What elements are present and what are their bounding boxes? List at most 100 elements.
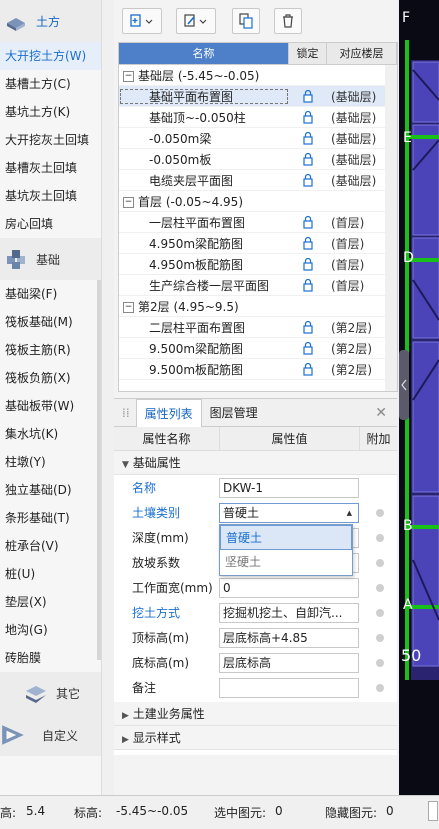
collapse-toggle-icon[interactable]: − (123, 70, 134, 82)
delete-drawing-button[interactable] (274, 8, 302, 34)
sidebar-item[interactable]: 条形基础(T) (0, 504, 101, 532)
group-display-style[interactable]: ▶ 显示样式 (114, 726, 397, 750)
sidebar-scrollbar[interactable] (97, 280, 101, 660)
tree-row[interactable]: 基础顶~-0.050柱 (基础层) (119, 107, 397, 128)
collapse-toggle-icon[interactable]: − (123, 196, 134, 208)
group-label: 土建业务属性 (132, 707, 205, 721)
category-earthwork[interactable]: 土方 (0, 0, 101, 42)
tree-row[interactable]: 生产综合楼一层平面图 (首层) (119, 275, 397, 296)
extra-checkbox[interactable] (376, 508, 384, 517)
sidebar-item[interactable]: 基础板带(W) (0, 392, 101, 420)
sidebar-item[interactable]: 基础梁(F) (0, 280, 101, 308)
column-header-lock[interactable]: 锁定 (289, 43, 327, 64)
tree-scrollbar[interactable] (385, 65, 397, 391)
tree-row[interactable]: 二层柱平面布置图 (第2层) (119, 317, 397, 338)
sidebar-item[interactable]: 基坑灰土回填 (0, 182, 101, 210)
sidebar-item[interactable]: 地沟(G) (0, 616, 101, 644)
property-value-field[interactable]: 0 (219, 577, 359, 598)
extra-cell (363, 608, 397, 617)
tree-group-row[interactable]: − 第2层 (4.95~9.5) (119, 296, 397, 317)
lock-icon[interactable] (289, 341, 327, 355)
lock-icon[interactable] (289, 236, 327, 250)
sidebar-item[interactable]: 集水坑(K) (0, 420, 101, 448)
property-value-field[interactable]: 挖掘机挖土、自卸汽... (219, 602, 359, 623)
drawing-canvas[interactable]: F E D B A 50 (399, 0, 439, 795)
tree-group-row[interactable]: − 首层 (-0.05~4.95) (119, 191, 397, 212)
column-header-floor[interactable]: 对应楼层 (327, 43, 397, 64)
sidebar-item[interactable]: 桩承台(V) (0, 532, 101, 560)
close-icon[interactable]: ✕ (375, 405, 387, 421)
sidebar-item[interactable]: 筏板基础(M) (0, 308, 101, 336)
property-row: 顶标高(m) 层底标高+4.85 (114, 625, 397, 650)
tree-row[interactable]: 一层柱平面布置图 (首层) (119, 212, 397, 233)
property-name: 备注 (132, 681, 157, 695)
property-value-field[interactable] (219, 677, 359, 698)
tree-row[interactable]: 4.950m板配筋图 (首层) (119, 254, 397, 275)
tab-property-list[interactable]: 属性列表 (135, 398, 202, 427)
expand-icon: ▶ (122, 711, 129, 721)
sidebar-item[interactable]: 柱墩(Y) (0, 448, 101, 476)
lock-icon[interactable] (289, 131, 327, 145)
dropdown-option[interactable]: 普硬土 (220, 525, 352, 550)
sidebar-item[interactable]: 基坑土方(K) (0, 98, 101, 126)
sidebar-item[interactable]: 筏板主筋(R) (0, 336, 101, 364)
column-header-name[interactable]: 名称 (119, 43, 289, 64)
extra-checkbox[interactable] (376, 558, 384, 567)
dropdown-option[interactable]: 坚硬土 (220, 550, 352, 575)
sidebar-item[interactable]: 独立基础(D) (0, 476, 101, 504)
sidebar-item[interactable]: 基槽灰土回填 (0, 154, 101, 182)
lock-icon[interactable] (289, 320, 327, 334)
property-value-field[interactable]: 层底标高 (219, 652, 359, 673)
drag-handle-icon[interactable]: ⁞⁞ (114, 406, 136, 420)
soil-type-select[interactable]: 普硬土 ▲ (219, 502, 359, 523)
property-row: 挖土方式 挖掘机挖土、自卸汽... (114, 600, 397, 625)
lock-icon[interactable] (289, 173, 327, 187)
add-drawing-button[interactable] (122, 8, 162, 34)
tree-row[interactable]: 9.500m梁配筋图 (第2层) (119, 338, 397, 359)
tree-row[interactable]: 基础平面布置图 (基础层) (119, 86, 397, 107)
tree-row[interactable]: -0.050m板 (基础层) (119, 149, 397, 170)
soil-type-dropdown-list: 普硬土 坚硬土 (219, 524, 353, 576)
category-other[interactable]: 其它 (0, 672, 101, 714)
extra-checkbox[interactable] (376, 658, 384, 667)
sidebar-item[interactable]: 房心回填 (0, 210, 101, 238)
extra-checkbox[interactable] (376, 683, 384, 692)
sidebar-item[interactable]: 大开挖土方(W) (0, 42, 101, 70)
lock-icon[interactable] (289, 362, 327, 376)
extra-checkbox[interactable] (376, 608, 384, 617)
sidebar-item[interactable]: 垫层(X) (0, 588, 101, 616)
sidebar-item[interactable]: 砖胎膜 (0, 644, 101, 672)
collapse-toggle-icon[interactable]: − (123, 301, 134, 313)
extra-checkbox[interactable] (376, 633, 384, 642)
edit-drawing-button[interactable] (176, 8, 216, 34)
lock-icon[interactable] (289, 89, 327, 103)
tree-row[interactable]: 4.950m梁配筋图 (首层) (119, 233, 397, 254)
property-value-field[interactable]: DKW-1 (219, 477, 359, 498)
lock-icon[interactable] (289, 215, 327, 229)
lock-icon[interactable] (289, 110, 327, 124)
sidebar-item[interactable]: 基槽土方(C) (0, 70, 101, 98)
extra-checkbox[interactable] (376, 533, 384, 542)
tree-row[interactable]: 9.500m板配筋图 (第2层) (119, 359, 397, 380)
tree-row[interactable]: -0.050m梁 (基础层) (119, 128, 397, 149)
group-basic-properties[interactable]: ▼ 基础属性 (114, 451, 397, 475)
tab-layer-manager[interactable]: 图层管理 (202, 399, 266, 427)
tree-cell-name: 4.950m梁配筋图 (119, 235, 289, 252)
property-value-field[interactable]: 层底标高+4.85 (219, 627, 359, 648)
copy-drawing-button[interactable] (232, 8, 260, 34)
property-name: 土壤类别 (132, 506, 181, 520)
category-foundation[interactable]: 基础 (0, 238, 101, 280)
tree-group-row[interactable]: − 基础层 (-5.45~-0.05) (119, 65, 397, 86)
status-toggle[interactable] (428, 801, 438, 821)
tree-row[interactable]: 电缆夹层平面图 (基础层) (119, 170, 397, 191)
lock-icon[interactable] (289, 152, 327, 166)
lock-icon[interactable] (289, 278, 327, 292)
sidebar-item[interactable]: 筏板负筋(X) (0, 364, 101, 392)
lock-icon[interactable] (289, 257, 327, 271)
group-business-properties[interactable]: ▶ 土建业务属性 (114, 702, 397, 726)
sidebar-item[interactable]: 大开挖灰土回填 (0, 126, 101, 154)
dropdown-arrow-icon[interactable]: ▲ (347, 504, 352, 522)
category-custom[interactable]: 自定义 (0, 714, 101, 756)
sidebar-item[interactable]: 桩(U) (0, 560, 101, 588)
extra-checkbox[interactable] (376, 583, 384, 592)
